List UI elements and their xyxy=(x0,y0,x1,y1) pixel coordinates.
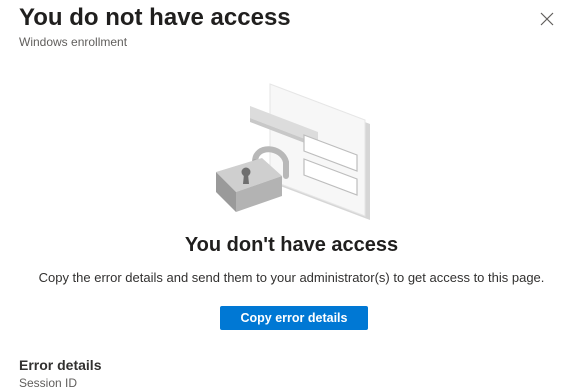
copy-error-details-button[interactable]: Copy error details xyxy=(220,306,368,330)
error-details-title: Error details xyxy=(19,357,102,373)
page-title: You do not have access xyxy=(19,4,291,31)
session-id-label: Session ID xyxy=(19,376,78,390)
close-button[interactable] xyxy=(536,8,558,30)
page-subtitle: Windows enrollment xyxy=(19,35,128,49)
access-description: Copy the error details and send them to … xyxy=(38,270,545,285)
close-icon xyxy=(540,12,554,26)
lock-card-illustration xyxy=(200,80,380,230)
access-heading: You don't have access xyxy=(184,234,399,256)
